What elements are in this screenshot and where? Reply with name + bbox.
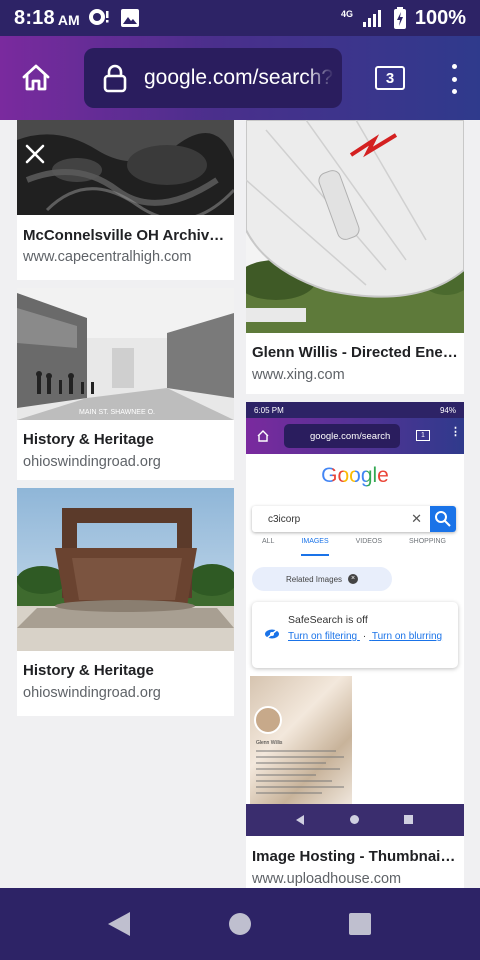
bucket-sculpture-image <box>17 488 234 651</box>
message-notification-icon <box>88 9 109 25</box>
nested-menu-icon: ⋮ <box>450 426 461 438</box>
result-thumbnail <box>17 488 234 651</box>
menu-dot <box>451 76 457 82</box>
system-nav-bar <box>0 888 480 960</box>
result-source: www.xing.com <box>252 367 345 383</box>
network-type: 4G <box>341 9 353 19</box>
notification-icons <box>88 8 140 28</box>
nested-query: c3icorp <box>268 513 301 525</box>
nested-search-box: c3icorp ✕ <box>252 506 456 532</box>
nested-toolbar: google.com/search 1 ⋮ <box>246 418 464 454</box>
nested-avatar <box>254 706 282 734</box>
image-results-grid: McConnelsville OH Archive… www.capecentr… <box>0 120 480 888</box>
result-thumbnail <box>246 120 464 333</box>
url-text: google.com/search? <box>144 66 334 89</box>
nested-home-icon <box>257 430 269 442</box>
nested-screenshot: 6:05 PM 94% google.com/search 1 ⋮ Google <box>246 402 464 836</box>
browser-toolbar: google.com/search? 3 <box>0 36 480 120</box>
home-nav-icon[interactable] <box>229 913 251 935</box>
nested-tab-count: 1 <box>416 430 430 441</box>
nested-time: 6:05 PM <box>254 405 284 415</box>
nested-close-icon: × <box>348 574 359 584</box>
nested-url: google.com/search <box>310 430 391 442</box>
nested-back-icon <box>296 815 304 825</box>
result-card[interactable]: 6:05 PM 94% google.com/search 1 ⋮ Google <box>246 402 464 888</box>
status-time: 8:18 <box>14 6 55 29</box>
menu-dot <box>451 89 457 94</box>
nested-nav-bar <box>246 804 464 836</box>
street-photo-image: MAIN ST. SHAWNEE O. <box>17 288 234 420</box>
result-title: History & Heritage <box>23 431 154 448</box>
battery-level: 100% <box>414 6 466 29</box>
home-button[interactable] <box>16 58 56 98</box>
satellite-dish-image <box>246 120 464 333</box>
address-bar[interactable]: google.com/search? <box>84 48 342 108</box>
nested-tab-active: IMAGES <box>301 538 329 556</box>
nested-tab: SHOPPING <box>409 538 446 545</box>
nested-search-button <box>430 506 456 532</box>
home-icon <box>22 64 50 91</box>
photo-caption: MAIN ST. SHAWNEE O. <box>79 409 155 416</box>
nested-related-label: Related Images <box>285 574 343 584</box>
close-icon[interactable] <box>23 142 47 166</box>
nested-logo-text: Google <box>321 464 389 487</box>
nested-search-tabs: ALL IMAGES VIDEOS SHOPPING <box>252 538 456 558</box>
signal-icon: 4G <box>341 9 381 27</box>
result-card[interactable]: MAIN ST. SHAWNEE O. History & Heritage o… <box>17 288 234 480</box>
result-card[interactable]: History & Heritage ohioswindingroad.org <box>17 488 234 716</box>
nested-home-nav-icon <box>350 815 359 824</box>
status-bar: 8:18 AM 4G 100% <box>0 0 480 36</box>
nested-tab: VIDEOS <box>355 538 383 545</box>
result-title: Image Hosting - Thumbnail … <box>252 848 458 865</box>
tab-switcher-button[interactable]: 3 <box>375 66 405 90</box>
status-ampm: AM <box>57 12 80 28</box>
nested-clear-icon: ✕ <box>411 511 422 526</box>
result-source: ohioswindingroad.org <box>23 685 161 701</box>
nested-profile-name: Glenn Willis <box>256 740 283 746</box>
result-title: McConnelsville OH Archive… <box>23 227 228 244</box>
nested-related-chip: Related Images × <box>252 567 392 591</box>
battery-charging-icon <box>393 7 406 29</box>
result-thumbnail: MAIN ST. SHAWNEE O. <box>17 288 234 420</box>
nested-safesearch-links: Turn on filtering · Turn on blurring <box>288 630 448 644</box>
nested-blur-link: Turn on blurring <box>371 631 443 642</box>
nested-eye-icon <box>265 628 279 640</box>
nested-filter-link: Turn on filtering <box>288 631 358 642</box>
result-thumbnail <box>17 120 234 215</box>
menu-dot <box>451 64 457 69</box>
result-source: www.uploadhouse.com <box>252 871 402 887</box>
nested-status-bar: 6:05 PM 94% <box>246 402 464 418</box>
result-card[interactable]: McConnelsville OH Archive… www.capecentr… <box>17 120 234 280</box>
nested-battery: 94% <box>439 405 456 415</box>
result-source: ohioswindingroad.org <box>23 454 161 470</box>
nested-profile-image: Glenn Willis <box>250 676 352 804</box>
recents-icon[interactable] <box>349 913 371 935</box>
result-title: History & Heritage <box>23 662 154 679</box>
result-title: Glenn Willis - Directed Ener… <box>252 344 458 361</box>
nested-address-bar: google.com/search <box>284 424 400 448</box>
lock-icon <box>103 64 127 93</box>
nested-link-sep: · <box>362 631 367 642</box>
result-card[interactable]: Glenn Willis - Directed Ener… www.xing.c… <box>246 120 464 394</box>
nested-google-logo: Google <box>246 464 464 488</box>
nested-tab: ALL <box>262 538 275 545</box>
nested-safesearch-title: SafeSearch is off <box>288 614 368 626</box>
back-icon[interactable] <box>108 912 130 936</box>
nested-safesearch-card: SafeSearch is off Turn on filtering · Tu… <box>252 602 458 668</box>
archive-image <box>17 120 234 215</box>
status-right: 4G 100% <box>341 7 466 30</box>
overflow-menu-button[interactable] <box>440 62 468 96</box>
nested-recents-icon <box>404 815 413 824</box>
image-notification-icon <box>120 9 139 27</box>
result-source: www.capecentralhigh.com <box>23 249 192 265</box>
nested-search-icon <box>435 511 451 527</box>
result-thumbnail: 6:05 PM 94% google.com/search 1 ⋮ Google <box>246 402 464 836</box>
